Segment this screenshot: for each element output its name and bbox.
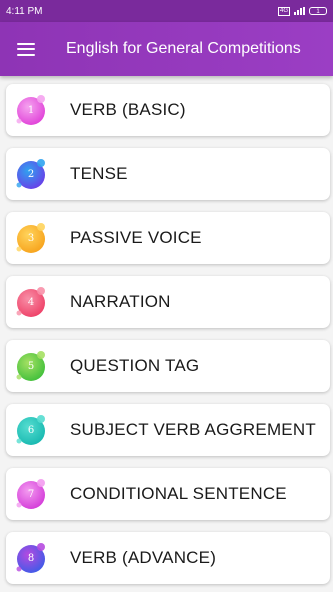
status-bar: 4:11 PM 4G 1 <box>0 0 333 22</box>
app-bar: English for General Competitions <box>0 22 333 76</box>
topic-number: 1 <box>27 104 35 116</box>
topic-number-badge: 3 <box>14 221 48 255</box>
topic-number-badge: 6 <box>14 413 48 447</box>
topic-number-badge: 7 <box>14 477 48 511</box>
topic-card[interactable]: 8 VERB (ADVANCE) <box>6 532 330 584</box>
topic-card[interactable]: 5 QUESTION TAG <box>6 340 330 392</box>
topic-label: VERB (BASIC) <box>70 100 186 119</box>
topic-number-badge: 1 <box>14 93 48 127</box>
topic-label: NARRATION <box>70 292 171 311</box>
topic-number: 8 <box>27 552 35 564</box>
topic-number-badge: 5 <box>14 349 48 383</box>
topic-label: TENSE <box>70 164 128 183</box>
topic-number-badge: 4 <box>14 285 48 319</box>
topic-card[interactable]: 4 NARRATION <box>6 276 330 328</box>
topic-number: 4 <box>27 296 35 308</box>
topic-number: 3 <box>27 232 35 244</box>
topic-number: 2 <box>27 168 35 180</box>
topic-number-badge: 2 <box>14 157 48 191</box>
topic-label: PASSIVE VOICE <box>70 228 202 247</box>
network-type-icon: 4G <box>277 6 290 16</box>
topic-number: 6 <box>27 424 35 436</box>
status-icons: 4G 1 <box>277 6 327 16</box>
topic-label: QUESTION TAG <box>70 356 200 375</box>
topic-card[interactable]: 1 VERB (BASIC) <box>6 84 330 136</box>
signal-icon <box>294 7 305 15</box>
topic-card[interactable]: 7 CONDITIONAL SENTENCE <box>6 468 330 520</box>
topic-card[interactable]: 6 SUBJECT VERB AGGREMENT <box>6 404 330 456</box>
hamburger-menu-icon[interactable] <box>17 42 35 56</box>
topic-number-badge: 8 <box>14 541 48 575</box>
battery-icon: 1 <box>309 7 327 15</box>
topic-label: SUBJECT VERB AGGREMENT <box>70 420 316 439</box>
topic-card[interactable]: 2 TENSE <box>6 148 330 200</box>
app-title: English for General Competitions <box>66 40 301 57</box>
topic-number: 7 <box>27 488 35 500</box>
topic-label: CONDITIONAL SENTENCE <box>70 484 287 503</box>
topic-card[interactable]: 3 PASSIVE VOICE <box>6 212 330 264</box>
topic-label: VERB (ADVANCE) <box>70 548 217 567</box>
topic-number: 5 <box>27 360 35 372</box>
status-time: 4:11 PM <box>6 5 43 17</box>
